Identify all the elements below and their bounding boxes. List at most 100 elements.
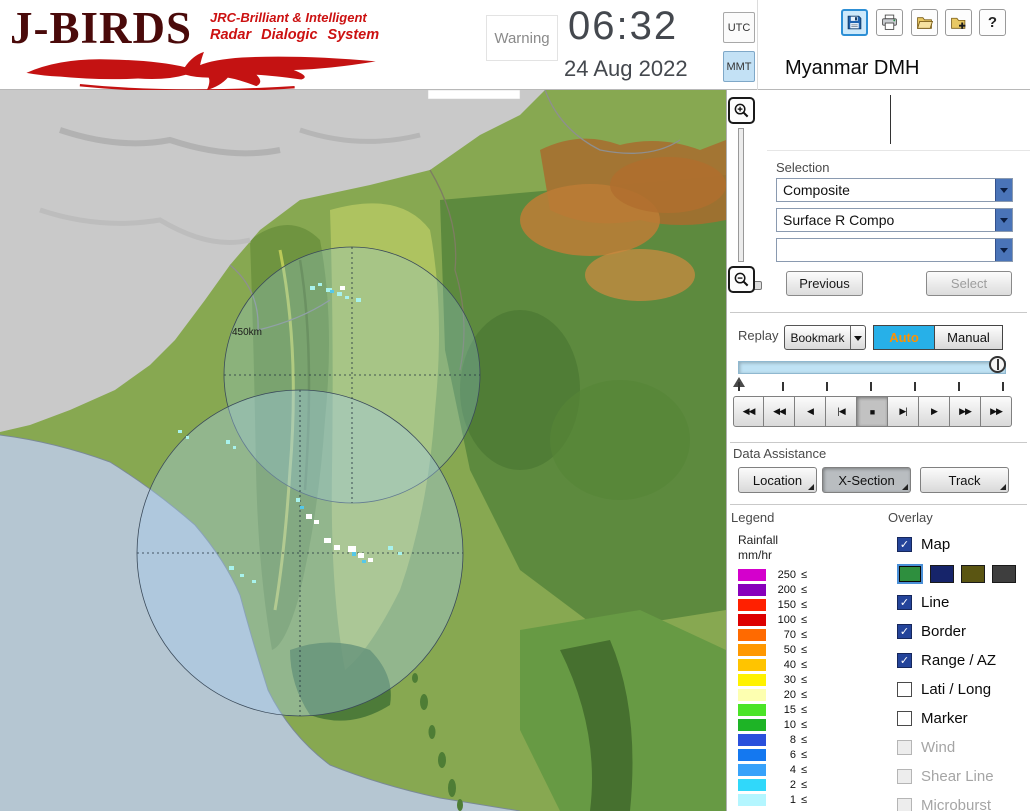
legend-value: 1 xyxy=(789,793,796,806)
legend-row: 6 ≤ xyxy=(738,747,807,762)
chevron-down-icon[interactable] xyxy=(995,179,1012,201)
overlay-item-line[interactable]: ✓ Line xyxy=(897,588,1029,617)
timeline-tick xyxy=(826,382,828,391)
previous-button[interactable]: Previous xyxy=(786,271,863,296)
x-section-button[interactable]: X-Section xyxy=(822,467,911,493)
overlay-item-microburst: Microburst xyxy=(897,791,1029,811)
legend-row: 30 ≤ xyxy=(738,672,807,687)
add-folder-button[interactable] xyxy=(945,9,972,36)
overlay-item-range-az[interactable]: ✓ Range / AZ xyxy=(897,646,1029,675)
legend-row: 8 ≤ xyxy=(738,732,807,747)
timeline-slider[interactable] xyxy=(738,361,1006,374)
checkbox-line[interactable]: ✓ xyxy=(897,595,912,610)
product-dropdown[interactable]: Surface R Compo xyxy=(776,208,1013,232)
playback-button-0[interactable]: ◀◀ xyxy=(733,396,764,427)
legend-row: 50 ≤ xyxy=(738,642,807,657)
bookmark-button[interactable]: Bookmark xyxy=(784,325,866,350)
station-name-input[interactable] xyxy=(767,92,1029,148)
track-button[interactable]: Track xyxy=(920,467,1009,493)
radar-map[interactable]: 450km xyxy=(0,90,726,811)
overlay-item-lati-long[interactable]: Lati / Long xyxy=(897,675,1029,704)
legend-color-swatch xyxy=(738,598,766,611)
timeline-tick xyxy=(1002,382,1004,391)
legend-row: 100 ≤ xyxy=(738,612,807,627)
overlay-label: Line xyxy=(921,594,950,611)
legend-comparator: ≤ xyxy=(801,793,808,806)
map-style-dark-gray[interactable] xyxy=(992,564,1016,583)
legend-color-swatch xyxy=(738,628,766,641)
help-button[interactable]: ? xyxy=(979,9,1006,36)
checkbox-marker[interactable] xyxy=(897,711,912,726)
mmt-button[interactable]: MMT xyxy=(723,51,755,82)
help-icon: ? xyxy=(987,14,998,31)
playback-button-6[interactable]: ▶ xyxy=(919,396,950,427)
overlay-item-border[interactable]: ✓ Border xyxy=(897,617,1029,646)
legend-row: 1 ≤ xyxy=(738,792,807,807)
zoom-out-icon xyxy=(734,272,749,287)
legend-comparator: ≤ xyxy=(801,763,808,776)
zoom-slider[interactable] xyxy=(738,128,762,290)
zoom-out-button[interactable] xyxy=(728,266,755,293)
map-style-green[interactable] xyxy=(897,563,923,584)
legend-color-swatch xyxy=(738,583,766,596)
legend-color-swatch xyxy=(738,793,766,806)
overlay-title: Overlay xyxy=(888,510,933,525)
timeline-slider-thumb[interactable] xyxy=(989,356,1006,373)
logo-title: J-BIRDS xyxy=(10,3,193,53)
playback-button-7[interactable]: ▶▶ xyxy=(950,396,981,427)
checkbox-map[interactable]: ✓ xyxy=(897,537,912,552)
legend-value: 20 xyxy=(783,688,796,701)
zoom-in-button[interactable] xyxy=(728,97,755,124)
playback-button-8[interactable]: ▶▶ xyxy=(981,396,1012,427)
selection-label: Selection xyxy=(776,160,830,175)
location-button[interactable]: Location xyxy=(738,467,817,493)
open-folder-button[interactable] xyxy=(911,9,938,36)
section-divider xyxy=(767,150,1030,151)
legend-color-swatch xyxy=(738,658,766,671)
checkbox-range-az[interactable]: ✓ xyxy=(897,653,912,668)
save-button[interactable] xyxy=(841,9,868,36)
playback-button-3[interactable]: |◀ xyxy=(826,396,857,427)
legend-comparator: ≤ xyxy=(801,568,808,581)
legend-value: 70 xyxy=(783,628,796,641)
map-artwork: 450km xyxy=(0,90,726,811)
overlay-item-shear-line: Shear Line xyxy=(897,762,1029,791)
playback-button-5[interactable]: ▶| xyxy=(888,396,919,427)
map-style-swatches xyxy=(897,559,1029,588)
legend-row: 2 ≤ xyxy=(738,777,807,792)
bookmark-dropdown-arrow[interactable] xyxy=(850,326,865,349)
warning-button[interactable]: Warning xyxy=(486,15,558,61)
print-button[interactable] xyxy=(876,9,903,36)
checkbox-lati-long[interactable] xyxy=(897,682,912,697)
legend-color-swatch xyxy=(738,688,766,701)
legend-row: 250 ≤ xyxy=(738,567,807,582)
legend-color-swatch xyxy=(738,703,766,716)
manual-mode-button[interactable]: Manual xyxy=(934,325,1003,350)
range-ring-label: 450km xyxy=(232,327,262,338)
composite-dropdown[interactable]: Composite xyxy=(776,178,1013,202)
legend-row: 15 ≤ xyxy=(738,702,807,717)
overlay-label: Map xyxy=(921,536,951,553)
legend-value: 250 xyxy=(777,568,796,581)
playback-button-1[interactable]: ◀◀ xyxy=(764,396,795,427)
map-style-navy[interactable] xyxy=(930,564,954,583)
playback-button-4[interactable]: ■ xyxy=(857,396,888,427)
timeline-tick xyxy=(958,382,960,391)
overlay-item-marker[interactable]: Marker xyxy=(897,704,1029,733)
legend-comparator: ≤ xyxy=(801,613,808,626)
legend-unit-label: mm/hr xyxy=(738,548,772,562)
select-button[interactable]: Select xyxy=(926,271,1012,296)
chevron-down-icon[interactable] xyxy=(995,209,1012,231)
utc-button[interactable]: UTC xyxy=(723,12,755,43)
legend-color-swatch xyxy=(738,673,766,686)
map-style-olive[interactable] xyxy=(961,564,985,583)
playback-button-2[interactable]: ◀ xyxy=(795,396,826,427)
auto-mode-button[interactable]: Auto xyxy=(873,325,935,350)
overlay-item-map[interactable]: ✓ Map xyxy=(897,530,1029,559)
legend-color-swatch xyxy=(738,733,766,746)
checkbox-border[interactable]: ✓ xyxy=(897,624,912,639)
logo-subtitle: JRC-Brilliant & Intelligent Radar Dialog… xyxy=(210,10,379,43)
chevron-down-icon[interactable] xyxy=(995,239,1012,261)
legend-color-swatch xyxy=(738,613,766,626)
option-dropdown[interactable] xyxy=(776,238,1013,262)
